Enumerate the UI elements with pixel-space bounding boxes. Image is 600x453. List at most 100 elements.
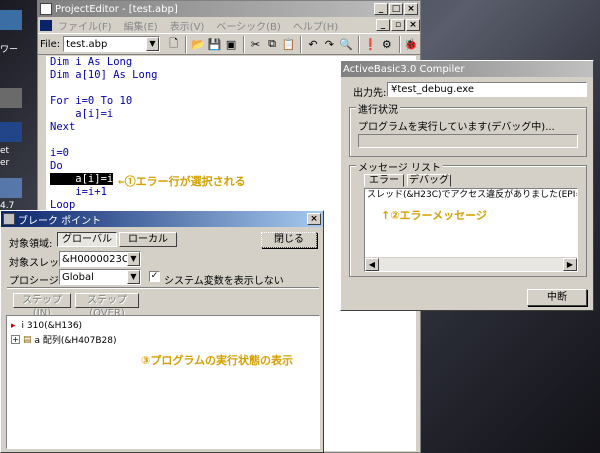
toolbar-separator — [185, 35, 188, 53]
settings-icon[interactable]: ⚙ — [379, 36, 394, 53]
desktop-app-icon[interactable] — [0, 178, 22, 198]
abort-button[interactable]: 中断 — [527, 289, 587, 306]
debug-icon[interactable]: 🐞 — [404, 36, 419, 53]
message-row[interactable]: スレッド(&H23C)でアクセス違反がありました(EPI=&H00401 — [365, 189, 577, 201]
code-line: Dim i As Long — [50, 56, 133, 68]
save-all-icon[interactable]: ▣ — [223, 36, 238, 53]
step-in-button[interactable]: ステップ(IN) — [13, 293, 71, 319]
copy-icon[interactable]: ⧉ — [264, 36, 279, 53]
scope-label: 対象領域: — [9, 239, 53, 250]
menu-edit[interactable]: 編集(E) — [124, 18, 158, 33]
code-line: Dim a[10] As Long — [50, 69, 158, 81]
arrow-right-icon: ▸ — [11, 321, 16, 331]
chevron-down-icon[interactable]: ▼ — [127, 252, 140, 266]
procedure-select[interactable]: Global ▼ — [59, 269, 141, 285]
code-line: Next — [50, 121, 76, 133]
desktop-app-icon[interactable] — [0, 122, 22, 142]
divider — [7, 287, 319, 289]
desktop-icon-label: et — [0, 146, 10, 156]
horizontal-scrollbar[interactable]: ◀ ▶ — [365, 257, 577, 271]
compile-icon[interactable]: ❗ — [363, 36, 378, 53]
tree-item[interactable]: + ▤ a 配列(&H407B28) — [11, 333, 117, 346]
code-line: Do — [50, 160, 63, 172]
mdi-minimize-button[interactable]: _ — [376, 19, 390, 31]
output-label: 出力先: — [353, 88, 387, 99]
tab-debug[interactable]: デバッグ — [407, 174, 451, 187]
scope-local-button[interactable]: ローカル — [119, 232, 177, 247]
desktop-icon-label: er — [0, 158, 10, 168]
step-over-button[interactable]: ステップ(OVER) — [75, 293, 139, 319]
chevron-down-icon[interactable]: ▼ — [145, 37, 159, 51]
menu-view[interactable]: 表示(V) — [170, 18, 205, 33]
open-folder-icon[interactable]: 📂 — [190, 36, 205, 53]
annotation-error-message: ↑②エラーメッセージ — [381, 209, 487, 222]
progress-status-text: プログラムを実行しています(デバッグ中)... — [358, 122, 555, 133]
toolbar-separator — [300, 35, 303, 53]
mdi-close-button[interactable]: × — [406, 19, 420, 31]
thread-select-value: &H0000023C — [62, 253, 129, 265]
new-file-icon[interactable]: 🗋 — [166, 36, 181, 53]
close-button[interactable]: × — [307, 213, 321, 225]
show-system-vars-checkbox[interactable]: ✓ — [149, 271, 160, 282]
editor-titlebar[interactable]: ProjectEditor - [test.abp] _ □ × — [38, 1, 420, 17]
close-button[interactable]: × — [404, 3, 418, 15]
breakpoint-icon — [3, 213, 15, 225]
code-line: i=i+1 — [50, 186, 107, 198]
tree-item-label: i 310(&H136) — [21, 321, 83, 331]
progress-group-title: 進行状況 — [356, 101, 400, 116]
scroll-left-icon[interactable]: ◀ — [365, 258, 379, 271]
breakpoint-titlebar[interactable]: ブレーク ポイント × — [1, 211, 323, 227]
close-dialog-button[interactable]: 閉じる — [261, 232, 317, 248]
toolbar-separator — [398, 35, 401, 53]
paste-icon[interactable]: 📋 — [281, 36, 296, 53]
minimize-button[interactable]: _ — [374, 3, 388, 15]
output-path-field[interactable]: ¥test_debug.exe — [387, 82, 587, 97]
mdi-restore-button[interactable]: ▫ — [391, 19, 405, 31]
maximize-button[interactable]: □ — [389, 3, 403, 15]
toolbar-separator — [242, 35, 245, 53]
find-icon[interactable]: 🔍 — [338, 36, 353, 53]
desktop-icon-label: ワー — [0, 45, 19, 55]
annotation-execution-state: ③プログラムの実行状態の表示 — [141, 354, 293, 367]
code-line: i=0 — [50, 147, 69, 159]
undo-icon[interactable]: ↶ — [305, 36, 320, 53]
toolbar-separator — [357, 35, 360, 53]
procedure-select-value: Global — [62, 271, 94, 283]
scroll-right-icon[interactable]: ▶ — [563, 258, 577, 271]
file-select[interactable]: test.abp ▼ — [63, 36, 160, 52]
redo-icon[interactable]: ↷ — [322, 36, 337, 53]
thread-select[interactable]: &H0000023C ▼ — [59, 251, 141, 267]
annotation-error-line: ←①エラー行が選択される — [118, 175, 246, 188]
document-icon[interactable] — [40, 19, 52, 31]
expand-icon[interactable]: + — [11, 335, 20, 344]
message-list[interactable]: スレッド(&H23C)でアクセス違反がありました(EPI=&H00401 ◀ ▶ — [364, 188, 578, 272]
progress-bar — [358, 134, 578, 148]
desktop-app-icon[interactable] — [0, 10, 22, 30]
menu-help[interactable]: ヘルプ(H) — [293, 18, 338, 33]
compiler-title: ActiveBasic3.0 Compiler — [343, 63, 465, 75]
menu-file[interactable]: ファイル(F) — [58, 18, 112, 33]
menu-basic[interactable]: ベーシック(B) — [216, 18, 280, 33]
cut-icon[interactable]: ✂ — [248, 36, 263, 53]
chevron-down-icon[interactable]: ▼ — [127, 270, 140, 284]
message-list-title: メッセージ リスト — [356, 159, 443, 174]
code-line-selected-error: a[i]=i — [50, 173, 114, 185]
editor-toolbar: File: test.abp ▼ 🗋 📂 💾 ▣ ✂ ⧉ 📋 ↶ ↷ 🔍 ❗ ⚙… — [38, 33, 420, 55]
tree-item-label: a 配列(&H407B28) — [34, 336, 117, 346]
desktop-app-icon[interactable] — [0, 88, 22, 108]
editor-menubar: ファイル(F) 編集(E) 表示(V) ベーシック(B) ヘルプ(H) _ ▫ … — [38, 17, 420, 33]
compiler-titlebar[interactable]: ActiveBasic3.0 Compiler — [341, 61, 593, 77]
save-icon[interactable]: 💾 — [207, 36, 222, 53]
code-line: a[i]=i — [50, 108, 114, 120]
show-system-vars-label: システム変数を表示しない — [164, 276, 284, 287]
scope-global-button[interactable]: グローバル — [57, 232, 117, 247]
variable-tree[interactable]: ▸ i 310(&H136) + ▤ a 配列(&H407B28) ③プログラム… — [6, 315, 320, 449]
tab-error[interactable]: エラー — [364, 174, 404, 187]
editor-title: ProjectEditor - [test.abp] — [55, 3, 178, 15]
tree-item[interactable]: ▸ i 310(&H136) — [11, 321, 82, 331]
app-icon — [40, 3, 52, 15]
compiler-dialog: ActiveBasic3.0 Compiler 出力先: ¥test_debug… — [340, 60, 594, 311]
array-icon: ▤ — [23, 334, 32, 345]
breakpoint-title: ブレーク ポイント — [18, 215, 102, 227]
file-select-value: test.abp — [66, 38, 108, 50]
